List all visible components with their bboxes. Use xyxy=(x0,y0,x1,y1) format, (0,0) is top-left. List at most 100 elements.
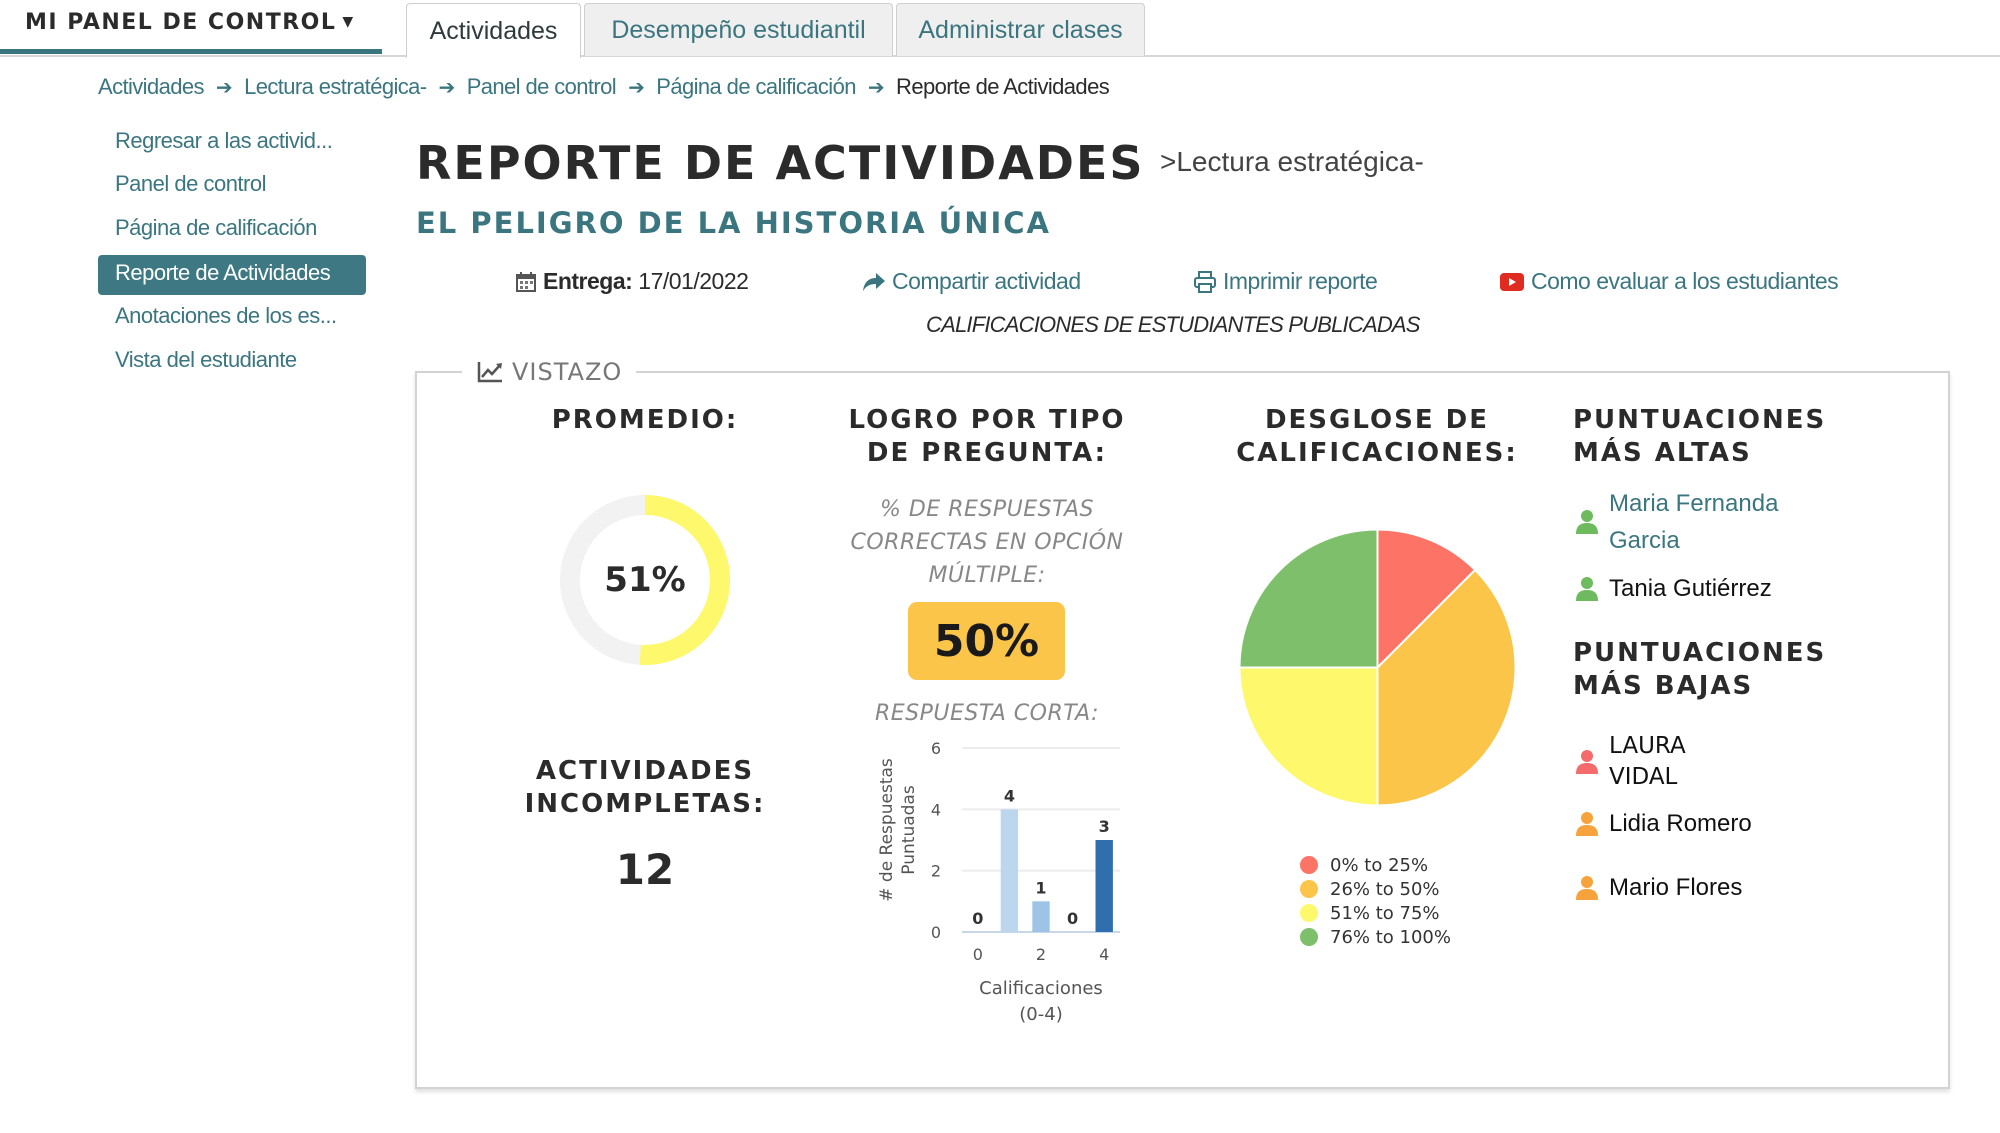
breadcrumb: Actividades ➔ Lectura estratégica- ➔ Pan… xyxy=(98,74,1110,100)
pie-slice xyxy=(1238,666,1379,807)
sidebar-item-pagina-de-calificacion[interactable]: Página de calificación xyxy=(115,215,317,241)
breadcrumb-actividades[interactable]: Actividades xyxy=(98,74,205,100)
due-date-value: 17/01/2022 xyxy=(638,268,749,294)
page-title-suffix: >Lectura estratégica- xyxy=(1160,146,1424,177)
tab-label: Administrar clases xyxy=(918,15,1123,44)
page-title: REPORTE DE ACTIVIDADES xyxy=(416,136,1145,190)
bar-chart-data-label: 3 xyxy=(1099,817,1110,836)
low-scores-heading-line1: PUNTUACIONES xyxy=(1573,638,1827,668)
incomplete-heading: ACTIVIDADES INCOMPLETAS: xyxy=(515,755,775,821)
bar-chart-x-tick-label: 0 xyxy=(973,945,983,964)
dashboard-menu[interactable]: MI PANEL DE CONTROL ▼ xyxy=(25,10,355,35)
bar-chart-x-axis-label-units: (0-4) xyxy=(1019,1004,1062,1025)
line-chart-icon xyxy=(477,362,502,383)
low-student-1[interactable]: LAURA VIDAL xyxy=(1575,731,1686,793)
sidebar-item-vista-del-estudiante[interactable]: Vista del estudiante xyxy=(115,347,297,373)
bar-chart-y-tick-label: 0 xyxy=(931,923,941,942)
incomplete-value: 12 xyxy=(615,845,675,894)
bar-chart-y-axis-label: # de Respuestas xyxy=(877,758,897,902)
pie-legend-item[interactable]: 26% to 50% xyxy=(1300,877,1451,901)
multiple-choice-label: % DE RESPUESTAS CORRECTAS EN OPCIÓN MÚLT… xyxy=(837,493,1137,592)
user-icon xyxy=(1576,576,1598,601)
pie-legend-item[interactable]: 76% to 100% xyxy=(1300,925,1451,949)
bar-chart-data-label: 1 xyxy=(1035,878,1046,897)
bar-chart-data-label: 4 xyxy=(1004,786,1015,805)
user-icon xyxy=(1576,811,1598,836)
pie-legend-label: 76% to 100% xyxy=(1330,926,1451,948)
sidebar-item-reporte-de-actividades[interactable]: Reporte de Actividades xyxy=(115,260,331,286)
due-date: Entrega: 17/01/2022 xyxy=(515,268,749,295)
pie-slice xyxy=(1238,528,1379,669)
tab-desempeno-estudiantil[interactable]: Desempeño estudiantil xyxy=(584,3,893,56)
name-line1: Maria Fernanda xyxy=(1609,490,1779,517)
arrow-right-icon: ➔ xyxy=(628,76,645,99)
bar-chart-x-tick-label: 2 xyxy=(1036,945,1046,964)
grade-breakdown-legend: 0% to 25% 26% to 50% 51% to 75% 76% to 100% xyxy=(1300,853,1451,949)
how-to-grade-label: Como evaluar a los estudiantes xyxy=(1531,268,1839,294)
breakdown-heading-line1: DESGLOSE DE xyxy=(1264,405,1490,435)
bar-chart-bar xyxy=(1000,809,1019,932)
activity-subtitle: EL PELIGRO DE LA HISTORIA ÚNICA xyxy=(416,206,1051,240)
bar-chart-x-axis-label: Calificaciones xyxy=(979,978,1103,999)
breakdown-heading: DESGLOSE DE CALIFICACIONES: xyxy=(1227,404,1527,470)
share-activity-link[interactable]: Compartir actividad xyxy=(862,268,1081,295)
low-scores-heading-line2: MÁS BAJAS xyxy=(1573,671,1754,701)
breadcrumb-panel-de-control[interactable]: Panel de control xyxy=(467,74,617,100)
tab-administrar-clases[interactable]: Administrar clases xyxy=(896,3,1145,56)
overview-panel-legend: VISTAZO xyxy=(462,358,637,386)
pie-legend-item[interactable]: 51% to 75% xyxy=(1300,901,1451,925)
low-scores-heading: PUNTUACIONES MÁS BAJAS xyxy=(1573,637,1826,703)
top-student-2[interactable]: Tania Gutiérrez xyxy=(1575,570,1772,607)
low-student-3[interactable]: Mario Flores xyxy=(1575,869,1742,906)
low-student-3-name: Mario Flores xyxy=(1609,874,1743,901)
name-line1: LAURA xyxy=(1609,733,1686,759)
top-student-2-name: Tania Gutiérrez xyxy=(1609,575,1772,602)
breadcrumb-lectura-estrategica[interactable]: Lectura estratégica- xyxy=(244,74,427,100)
bar-chart-bar xyxy=(1032,901,1050,932)
arrow-right-icon: ➔ xyxy=(438,76,456,99)
tab-actividades[interactable]: Actividades xyxy=(406,3,581,58)
multiple-choice-score: 50% xyxy=(933,615,1040,667)
low-student-1-name: LAURA VIDAL xyxy=(1609,731,1686,793)
tab-label: Desempeño estudiantil xyxy=(611,15,866,44)
sidebar-item-panel-de-control[interactable]: Panel de control xyxy=(115,171,267,197)
user-icon xyxy=(1576,510,1598,534)
print-report-link[interactable]: Imprimir reporte xyxy=(1193,268,1378,295)
average-value-wrap: 51% xyxy=(555,490,735,670)
low-student-2[interactable]: Lidia Romero xyxy=(1575,805,1752,842)
calendar-icon xyxy=(516,271,536,292)
pie-legend-swatch xyxy=(1300,856,1318,874)
share-icon xyxy=(863,272,885,291)
pie-legend-label: 51% to 75% xyxy=(1330,902,1440,924)
bar-chart-y-tick-label: 6 xyxy=(931,739,941,758)
print-report-label: Imprimir reporte xyxy=(1223,268,1378,294)
overview-panel xyxy=(415,371,1950,1089)
breadcrumb-reporte-de-actividades: Reporte de Actividades xyxy=(896,74,1110,99)
bar-chart-y-axis-label-line2: Puntuadas xyxy=(899,785,919,875)
share-activity-label: Compartir actividad xyxy=(892,268,1081,294)
pie-legend-label: 26% to 50% xyxy=(1330,878,1440,900)
pie-legend-label: 0% to 25% xyxy=(1330,854,1429,876)
pie-legend-swatch xyxy=(1300,880,1318,898)
multiple-choice-label-line3: MÚLTIPLE: xyxy=(928,563,1046,588)
top-student-1[interactable]: Maria Fernanda Garcia xyxy=(1575,485,1778,559)
overview-panel-legend-label: VISTAZO xyxy=(512,358,623,386)
name-line2: Garcia xyxy=(1609,527,1680,554)
low-student-2-name: Lidia Romero xyxy=(1609,810,1752,837)
top-scores-heading: PUNTUACIONES MÁS ALTAS xyxy=(1573,404,1826,470)
pie-legend-item[interactable]: 0% to 25% xyxy=(1300,853,1451,877)
bar-chart-bar xyxy=(1095,840,1113,932)
bar-chart-y-tick-label: 2 xyxy=(931,862,941,881)
average-value: 51% xyxy=(604,560,686,600)
breakdown-heading-line2: CALIFICACIONES: xyxy=(1236,438,1518,468)
breadcrumb-pagina-de-calificacion[interactable]: Página de calificación xyxy=(656,74,856,100)
tab-label: Actividades xyxy=(429,16,558,45)
short-answer-label: RESPUESTA CORTA: xyxy=(874,701,1100,726)
sidebar-item-anotaciones[interactable]: Anotaciones de los es... xyxy=(115,303,337,329)
how-to-grade-link[interactable]: Como evaluar a los estudiantes xyxy=(1499,268,1839,295)
bar-chart-data-label: 0 xyxy=(1067,909,1078,928)
user-icon xyxy=(1576,875,1598,900)
top-student-1-name[interactable]: Maria Fernanda Garcia xyxy=(1609,485,1778,559)
sidebar-item-regresar[interactable]: Regresar a las activid... xyxy=(115,128,333,154)
achievement-heading-line1: LOGRO POR TIPO xyxy=(848,405,1126,435)
